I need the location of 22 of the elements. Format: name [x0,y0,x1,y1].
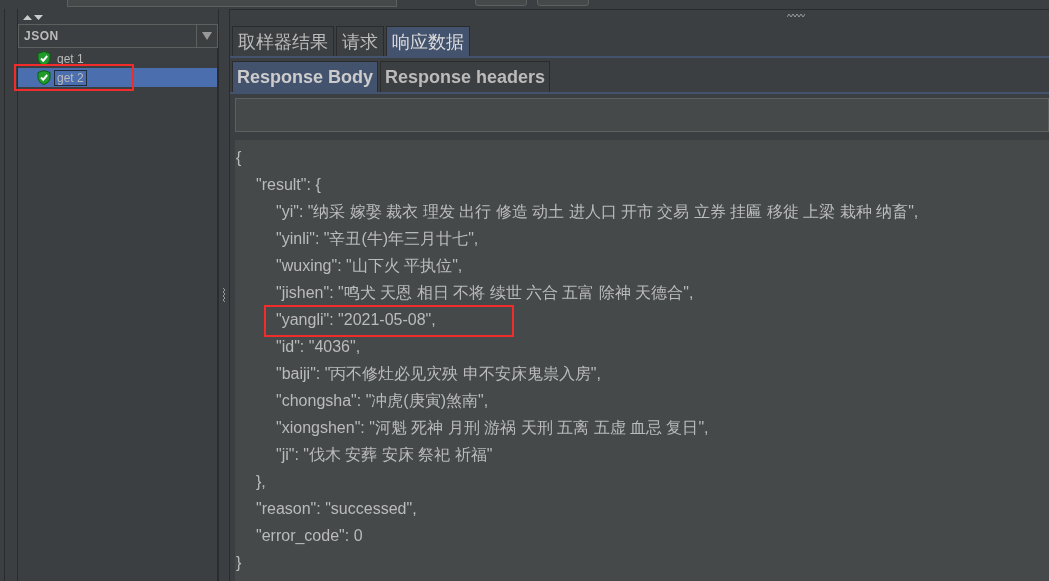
code-line: "yinli": "辛丑(牛)年三月廿七", [275,229,479,249]
tab[interactable]: Response headers [380,61,551,92]
code-line: } [235,553,242,573]
code-line: }, [255,472,266,492]
renderer-dropdown[interactable]: JSON [18,24,218,48]
code-line: "wuxing": "山下火 平执位", [275,256,463,276]
code-line: "chongsha": "冲虎(庚寅)煞南", [275,391,489,411]
tab[interactable]: 响应数据 [386,26,470,56]
code-line: "id": "4036", [275,337,361,357]
code-line: "yangli": "2021-05-08", [275,306,436,333]
tab[interactable]: Response Body [232,61,379,92]
code-line: "error_code": 0 [255,526,363,546]
tab[interactable]: 请求 [336,26,384,56]
code-line: "ji": "伐木 安葬 安床 祭祀 祈福" [275,445,493,465]
code-line: "xiongshen": "河魁 死神 月刑 游祸 天刑 五离 五虚 血忌 复日", [275,418,709,438]
code-line: "result": { [255,175,321,195]
tab[interactable]: 取样器结果 [232,26,334,56]
code-line: { [235,148,242,168]
code-line: "jishen": "鸣犬 天恩 相日 不将 续世 六合 五富 除神 天德合", [275,283,694,303]
code-line: "yi": "纳采 嫁娶 裁衣 理发 出行 修造 动土 进人口 开市 交易 立券 挂匾 移徙 上梁 栽种 纳畜", [275,202,919,222]
code-line: "reason": "successed", [255,499,417,519]
code-line: "baiji": "丙不修灶必见灾殃 申不安床鬼祟入房", [275,364,601,384]
